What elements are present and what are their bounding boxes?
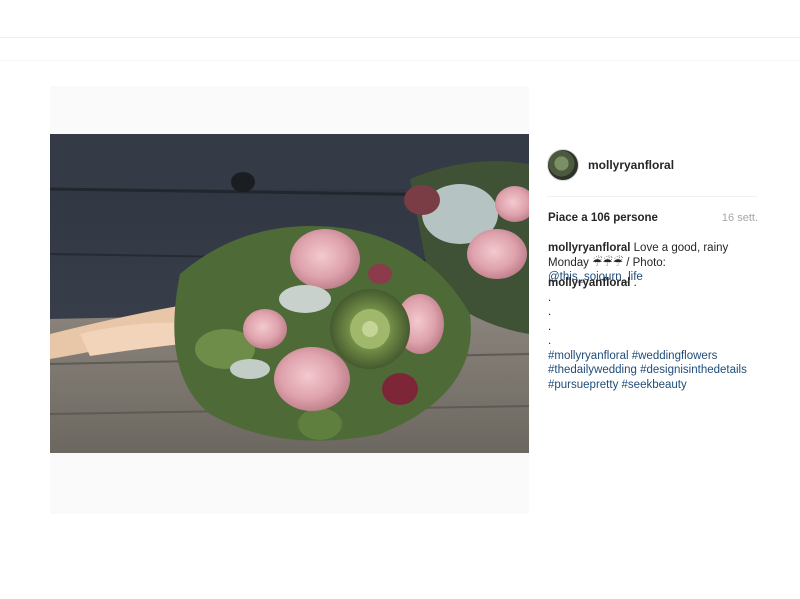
- profile-avatar-icon[interactable]: [547, 149, 579, 181]
- comment-dot-line: .: [548, 306, 552, 318]
- top-divider-secondary: [0, 60, 800, 61]
- comment-first-line: .: [630, 277, 637, 289]
- post-sidebar: mollyryanfloral Piace a 106 persone 16 s…: [529, 86, 778, 514]
- likes-count[interactable]: Piace a 106 persone: [548, 212, 658, 224]
- hashtag-link[interactable]: #weddingflowers: [632, 350, 718, 362]
- comment-item: mollyryanfloral . . . . . #mollyryanflor…: [548, 276, 763, 392]
- post-header: mollyryanfloral: [547, 148, 777, 182]
- post-timestamp[interactable]: 16 sett.: [722, 212, 758, 224]
- post-photo[interactable]: [50, 134, 529, 453]
- comment-dot-line: .: [548, 320, 552, 333]
- hashtag-link[interactable]: #mollyryanfloral: [548, 350, 629, 362]
- header-divider: [547, 196, 757, 197]
- hashtag-link[interactable]: #seekbeauty: [622, 379, 687, 391]
- caption-username[interactable]: mollyryanfloral: [548, 242, 630, 254]
- top-divider: [0, 37, 800, 38]
- comment-dot-line: .: [548, 291, 552, 304]
- likes-row: Piace a 106 persone 16 sett.: [548, 212, 758, 224]
- comment-dot-line: .: [548, 335, 552, 347]
- hashtag-link[interactable]: #pursuepretty: [548, 379, 618, 391]
- post-card: mollyryanfloral Piace a 106 persone 16 s…: [50, 86, 778, 514]
- hashtag-link[interactable]: #thedailywedding: [548, 364, 637, 376]
- media-column: [50, 86, 529, 514]
- hashtag-list: #mollyryanfloral #weddingflowers #thedai…: [548, 349, 763, 393]
- header-username[interactable]: mollyryanfloral: [588, 158, 674, 172]
- hashtag-link[interactable]: #designisinthedetails: [640, 364, 747, 376]
- comment-username[interactable]: mollyryanfloral: [548, 277, 630, 289]
